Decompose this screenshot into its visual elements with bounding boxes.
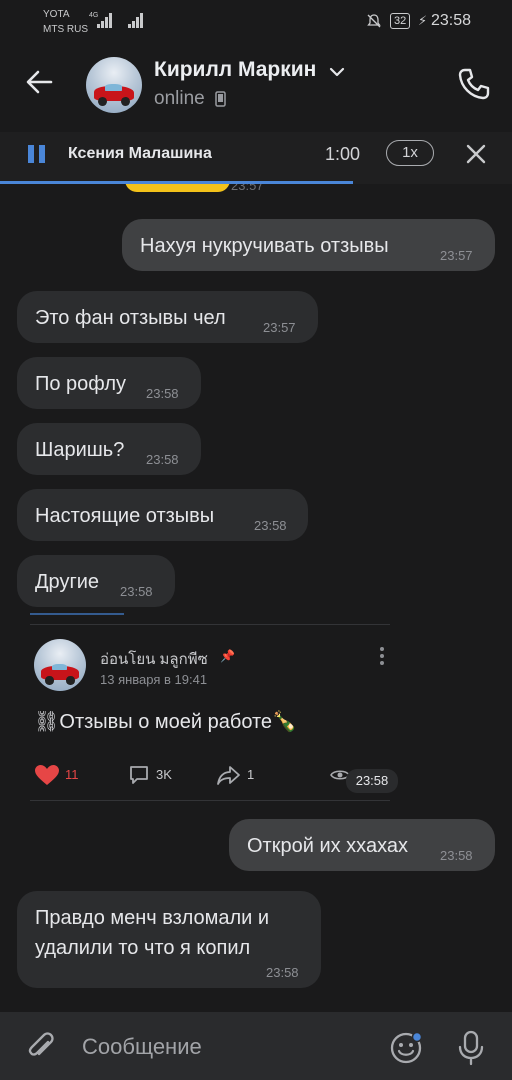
post-author[interactable]: อ่อนโยน มลูกพีซ [100,647,208,671]
contact-name[interactable]: Кирилл Маркин [154,58,316,82]
message-bubble[interactable]: По рофлу 23:58 [17,357,201,409]
message-bubble[interactable]: Правдо менч взломали и удалили то что я … [17,891,321,988]
message-text: Другие [35,571,100,593]
wall-post[interactable]: อ่อนโยน มลูกพีซ 📌 13 января в 19:41 ⛓Отз… [20,625,400,805]
phone-icon[interactable] [456,66,492,102]
message-text: По рофлу [35,373,126,395]
message-time: 23:58 [146,386,179,401]
message-text: Нахуя нукручивать отзывы [140,235,389,257]
post-author-avatar[interactable] [34,639,86,691]
message-time: 23:58 [146,452,179,467]
message-text: Шаришь? [35,439,125,461]
operator-1: YOTA [43,9,70,20]
battery-indicator: 32 [390,13,411,29]
message-bubble[interactable]: Это фан отзывы чел 23:57 [17,291,318,343]
message-time: 23:58 [440,848,473,863]
reposts-count: 1 [247,767,255,782]
message-text: Настоящие отзывы [35,505,215,527]
emoji-icon[interactable] [388,1030,424,1066]
audio-progress-bar[interactable] [0,181,353,184]
post-date: 13 января в 19:41 [100,672,208,687]
speed-button[interactable]: 1x [386,140,434,166]
signal-icon-2 [126,13,144,28]
message-text-line-2: удалили то что я копил [35,937,251,959]
message-time: 23:58 [266,965,299,980]
message-text-line-1: Правдо менч взломали и [35,907,270,929]
heart-icon[interactable] [34,764,60,786]
message-bubble[interactable]: Другие 23:58 [17,555,175,607]
comments-count: 3K [156,767,172,782]
message-input[interactable]: Сообщение [82,1034,202,1060]
message-time: 23:58 [254,518,287,533]
message-bubble[interactable]: Настоящие отзывы 23:58 [17,489,308,541]
message-text: Это фан отзывы чел [35,307,226,329]
charging-icon: ⚡ [418,13,428,28]
message-time: 23:57 [263,320,296,335]
divider [30,613,124,615]
message-bubble[interactable]: Нахуя нукручивать отзывы 23:57 [122,219,495,271]
bell-muted-icon [366,13,382,29]
signal-icon [95,13,113,28]
contact-status: online [154,88,205,109]
operator-2: MTS RUS [43,24,88,35]
chevron-down-icon[interactable] [328,64,346,80]
more-icon[interactable] [378,645,386,667]
paperclip-icon[interactable] [24,1030,58,1064]
message-time: 23:57 [440,248,473,263]
likes-count: 11 [65,767,79,782]
audio-player[interactable]: Ксения Малашина 1:00 1x [0,132,512,184]
composer-bar: Сообщение [0,1012,512,1080]
post-text: ⛓Отзывы о моей работе🍾 [34,711,297,733]
audio-duration: 1:00 [325,144,361,164]
pin-icon: 📌 [220,649,235,663]
status-time: 23:58 [431,12,472,29]
back-arrow-icon[interactable] [24,66,56,98]
status-bar: YOTA MTS RUS 4G 32 ⚡ 23:58 [0,0,512,44]
message-text: Открой их ххахах [247,835,408,857]
mobile-icon [215,91,226,107]
pause-icon[interactable] [27,144,47,164]
message-bubble[interactable]: Шаришь? 23:58 [17,423,201,475]
post-time: 23:58 [346,769,398,793]
message-time: 23:58 [120,584,153,599]
share-icon[interactable] [216,764,242,786]
comment-icon[interactable] [128,764,150,786]
microphone-icon[interactable] [456,1030,486,1066]
close-icon[interactable] [464,142,488,166]
contact-avatar[interactable] [86,57,142,113]
chat-header: Кирилл Маркин online [0,44,512,132]
message-bubble[interactable]: Открой их ххахах 23:58 [229,819,495,871]
audio-title[interactable]: Ксения Малашина [68,145,212,163]
divider [30,800,390,801]
